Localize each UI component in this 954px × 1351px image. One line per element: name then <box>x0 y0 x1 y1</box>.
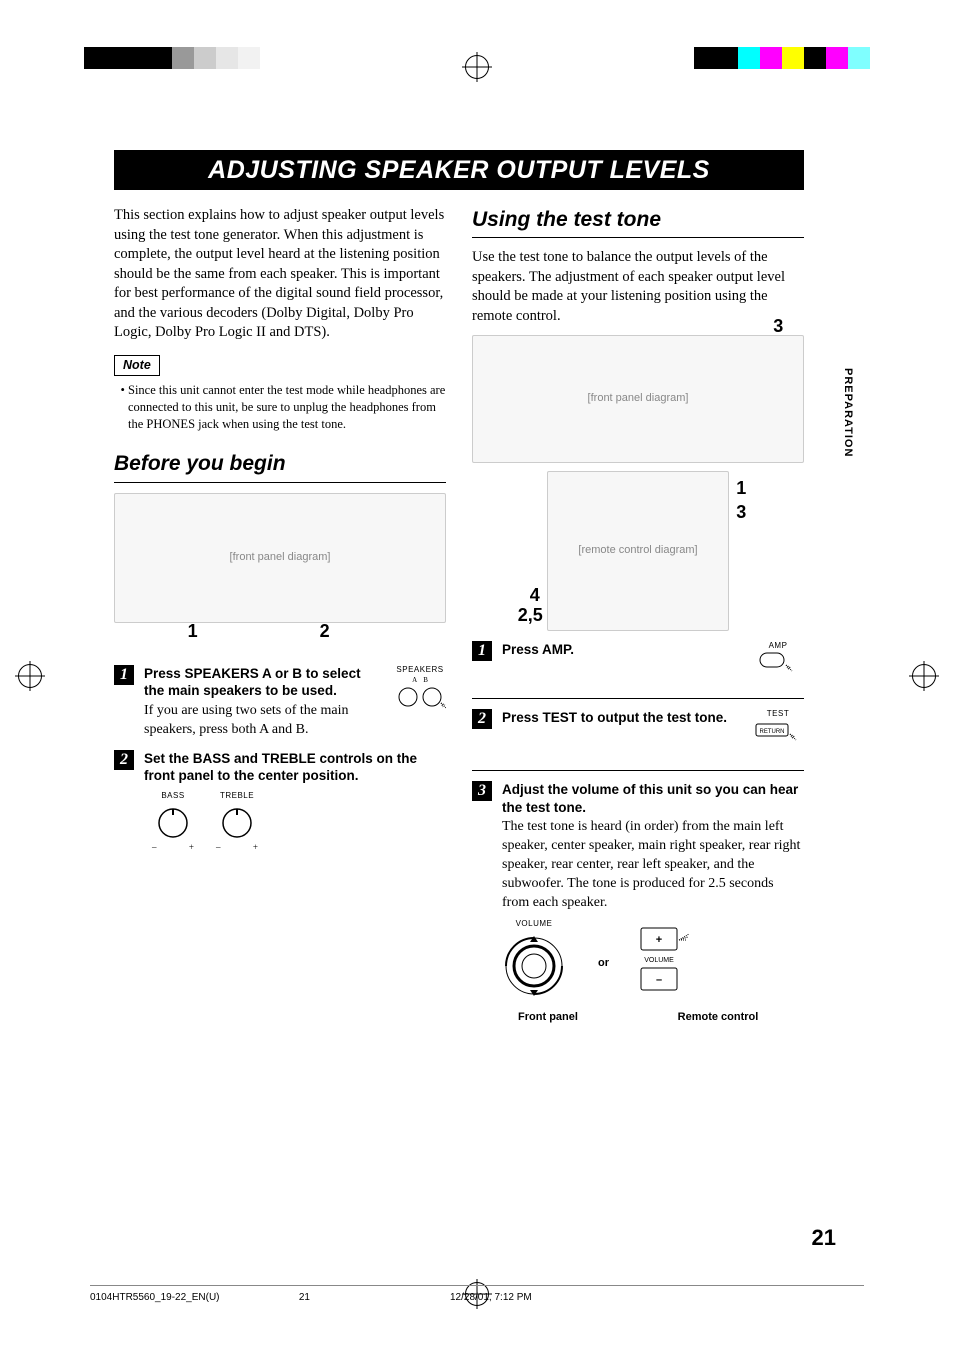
callout-2: 2 <box>320 619 330 643</box>
page-number: 21 <box>812 1225 836 1251</box>
registration-target-right <box>912 664 936 688</box>
step-number-icon: 3 <box>472 781 492 801</box>
right-step-2: 2 Press TEST to output the test tone. TE… <box>472 709 804 771</box>
caption-remote-control: Remote control <box>658 1010 778 1025</box>
test-return-button-icon: TEST RETURN <box>752 709 804 760</box>
footer-page: 21 <box>250 1292 340 1303</box>
or-label: or <box>598 956 609 971</box>
page: PREPARATION ADJUSTING SPEAKER OUTPUT LEV… <box>0 0 954 1351</box>
step-number-icon: 2 <box>114 750 134 770</box>
right-step-3-title: Adjust the volume of this unit so you ca… <box>502 781 804 816</box>
registration-target-left <box>18 664 42 688</box>
caption-front-panel: Front panel <box>498 1010 598 1025</box>
note-bullet: Since this unit cannot enter the test mo… <box>128 382 446 433</box>
step-number-icon: 1 <box>472 641 492 661</box>
front-panel-volume-icon: VOLUME <box>498 919 570 1008</box>
step-number-icon: 2 <box>472 709 492 729</box>
volume-controls-row: VOLUME or <box>498 919 804 1008</box>
callout-3: 3 <box>773 314 783 338</box>
right-step-3: 3 Adjust the volume of this unit so you … <box>472 781 804 913</box>
content-area: ADJUSTING SPEAKER OUTPUT LEVELS This sec… <box>114 150 804 1025</box>
right-column: Using the test tone Use the test tone to… <box>472 206 804 1025</box>
callout-1: 1 <box>736 476 746 500</box>
step-number-icon: 1 <box>114 665 134 685</box>
volume-captions: Front panel Remote control <box>498 1010 804 1025</box>
left-step-2-title: Set the BASS and TREBLE controls on the … <box>144 750 446 785</box>
print-footer: 0104HTR5560_19-22_EN(U) 21 12/28/01, 7:1… <box>90 1285 864 1303</box>
note-list: Since this unit cannot enter the test mo… <box>114 382 446 433</box>
footer-timestamp: 12/28/01, 7:12 PM <box>340 1292 864 1303</box>
remote-volume-icon: + VOLUME – <box>637 924 707 1003</box>
section-tab-preparation: PREPARATION <box>842 368 854 457</box>
registration-swatches-right <box>694 47 870 69</box>
registration-swatches-left <box>84 47 260 69</box>
front-panel-diagram: 1 2 <box>114 493 446 623</box>
svg-text:–: – <box>656 974 662 986</box>
remote-control-diagram: 1 3 4 2,5 <box>547 471 730 631</box>
footer-filename: 0104HTR5560_19-22_EN(U) <box>90 1292 250 1303</box>
amp-button-icon: AMP <box>752 641 804 688</box>
left-step-1-title: Press SPEAKERS A or B to select the main… <box>144 665 384 700</box>
bass-knob-icon: BASS –+ <box>150 791 196 853</box>
left-column: This section explains how to adjust spea… <box>114 206 446 1025</box>
callout-25: 2,5 <box>518 603 543 627</box>
svg-text:+: + <box>656 934 662 946</box>
left-step-2: 2 Set the BASS and TREBLE controls on th… <box>114 750 446 785</box>
left-step-1: 1 Press SPEAKERS A or B to select the ma… <box>114 665 446 740</box>
right-front-panel-diagram: 3 <box>472 335 804 463</box>
right-step-3-body: The test tone is heard (in order) from t… <box>502 818 804 912</box>
right-step-1: 1 Press AMP. AMP <box>472 641 804 699</box>
page-title: ADJUSTING SPEAKER OUTPUT LEVELS <box>114 150 804 190</box>
treble-knob-icon: TREBLE –+ <box>214 791 260 853</box>
left-step-1-body: If you are using two sets of the main sp… <box>144 702 384 740</box>
registration-target-top <box>465 55 489 79</box>
intro-paragraph: This section explains how to adjust spea… <box>114 206 446 343</box>
svg-text:VOLUME: VOLUME <box>644 957 674 964</box>
callout-3b: 3 <box>736 500 746 524</box>
callout-1: 1 <box>188 619 198 643</box>
bass-treble-knobs: BASS –+ TREBLE <box>150 791 446 853</box>
section-heading-before-you-begin: Before you begin <box>114 450 446 482</box>
speakers-ab-icon: SPEAKERS AB <box>394 665 446 720</box>
section-heading-using-test-tone: Using the test tone <box>472 206 804 238</box>
note-label: Note <box>114 355 160 376</box>
right-step-2-title: Press TEST to output the test tone. <box>502 709 742 727</box>
right-step-1-title: Press AMP. <box>502 641 742 659</box>
svg-text:RETURN: RETURN <box>760 729 785 735</box>
right-intro: Use the test tone to balance the output … <box>472 248 804 326</box>
